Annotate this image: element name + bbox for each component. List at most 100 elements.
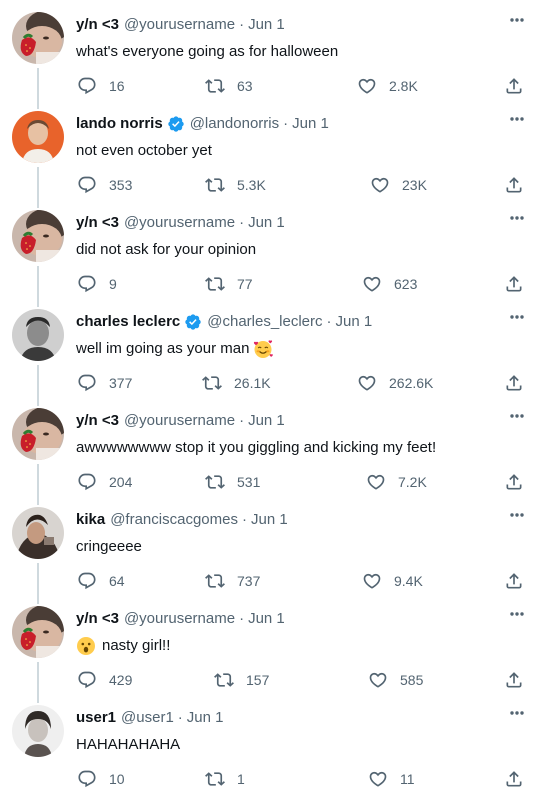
reply-button[interactable]: 377 — [77, 373, 132, 393]
heart-icon — [369, 672, 387, 688]
tweet-header: y/n <3 @yourusername · Jun 1 — [76, 15, 285, 35]
tweet[interactable]: kika @franciscacgomes · Jun 1 cringeeee … — [0, 495, 540, 594]
reply-button[interactable]: 429 — [77, 670, 132, 690]
dark-portrait-avatar-icon[interactable] — [12, 507, 64, 559]
retweet-button[interactable]: 737 — [205, 571, 260, 591]
like-button[interactable]: 23K — [370, 175, 427, 195]
retweet-button[interactable]: 26.1K — [202, 373, 271, 393]
user-handle[interactable]: @franciscacgomes — [110, 510, 238, 530]
user-handle[interactable]: @user1 — [121, 708, 174, 728]
reply-icon — [78, 473, 96, 491]
more-icon[interactable] — [505, 604, 529, 624]
retweet-button[interactable]: 157 — [214, 670, 269, 690]
retweet-button[interactable]: 5.3K — [205, 175, 266, 195]
retweet-button[interactable]: 77 — [205, 274, 253, 294]
reply-button[interactable]: 9 — [77, 274, 117, 294]
tweet[interactable]: user1 @user1 · Jun 1 HAHAHAHAHA 10 1 11 — [0, 693, 540, 792]
tweet[interactable]: charles leclerc @charles_leclerc · Jun 1… — [0, 297, 540, 396]
tweet-date[interactable]: Jun 1 — [292, 114, 329, 134]
share-button[interactable] — [504, 472, 524, 492]
strawberry-avatar-icon[interactable] — [12, 12, 64, 64]
share-button[interactable] — [504, 769, 524, 789]
like-count: 9.4K — [394, 573, 423, 589]
user-name[interactable]: user1 — [76, 708, 116, 728]
more-icon[interactable] — [505, 307, 529, 327]
tweet-date[interactable]: Jun 1 — [187, 708, 224, 728]
share-button[interactable] — [504, 670, 524, 690]
tweet-text-row: cringeeee — [76, 537, 142, 557]
reply-icon — [78, 77, 96, 95]
user-handle[interactable]: @yourusername — [124, 609, 235, 629]
user-name[interactable]: charles leclerc — [76, 312, 180, 332]
user-name[interactable]: lando norris — [76, 114, 163, 134]
light-portrait-avatar-icon[interactable] — [12, 705, 64, 757]
user-name[interactable]: y/n <3 — [76, 411, 119, 431]
share-icon — [506, 276, 522, 292]
tweet-date[interactable]: Jun 1 — [336, 312, 373, 332]
more-icon[interactable] — [505, 406, 529, 426]
monochrome-portrait-avatar-icon[interactable] — [12, 309, 64, 361]
like-button[interactable]: 2.8K — [357, 76, 418, 96]
user-handle[interactable]: @landonorris — [190, 114, 279, 134]
reply-icon — [78, 275, 96, 293]
more-icon[interactable] — [505, 208, 529, 228]
retweet-button[interactable]: 531 — [205, 472, 260, 492]
retweet-button[interactable]: 63 — [205, 76, 253, 96]
tweet-date[interactable]: Jun 1 — [251, 510, 288, 530]
share-button[interactable] — [504, 76, 524, 96]
like-button[interactable]: 623 — [362, 274, 417, 294]
more-icon[interactable] — [505, 703, 529, 723]
share-button[interactable] — [504, 571, 524, 591]
like-button[interactable]: 9.4K — [362, 571, 423, 591]
like-button[interactable]: 7.2K — [366, 472, 427, 492]
strawberry-avatar-icon[interactable] — [12, 408, 64, 460]
user-name[interactable]: y/n <3 — [76, 15, 119, 35]
share-button[interactable] — [504, 373, 524, 393]
reply-button[interactable]: 204 — [77, 472, 132, 492]
share-button[interactable] — [504, 274, 524, 294]
tweet[interactable]: y/n <3 @yourusername · Jun 1 awwwwwwww s… — [0, 396, 540, 495]
reply-button[interactable]: 16 — [77, 76, 125, 96]
reply-count: 10 — [109, 771, 125, 787]
tweet-date[interactable]: Jun 1 — [248, 411, 285, 431]
like-count: 11 — [400, 771, 415, 787]
strawberry-avatar-icon[interactable] — [12, 606, 64, 658]
user-name[interactable]: kika — [76, 510, 105, 530]
like-button[interactable]: 11 — [368, 769, 415, 789]
heart-icon — [371, 177, 389, 193]
like-button[interactable]: 262.6K — [357, 373, 433, 393]
tweet-date[interactable]: Jun 1 — [248, 213, 285, 233]
like-button[interactable]: 585 — [368, 670, 423, 690]
user-handle[interactable]: @yourusername — [124, 213, 235, 233]
more-icon[interactable] — [505, 10, 529, 30]
tweet-date[interactable]: Jun 1 — [248, 15, 285, 35]
tweet[interactable]: y/n <3 @yourusername · Jun 1 did not ask… — [0, 198, 540, 297]
user-handle[interactable]: @yourusername — [124, 15, 235, 35]
reply-count: 377 — [109, 375, 133, 391]
tweet-text: well im going as your man — [76, 340, 250, 357]
tweet[interactable]: y/n <3 @yourusername · Jun 1 what's ever… — [0, 0, 540, 99]
reply-button[interactable]: 353 — [77, 175, 132, 195]
tweet-header: y/n <3 @yourusername · Jun 1 — [76, 213, 285, 233]
strawberry-avatar-icon[interactable] — [12, 210, 64, 262]
reply-icon — [78, 671, 96, 689]
retweet-button[interactable]: 1 — [205, 769, 245, 789]
retweet-count: 157 — [246, 672, 270, 688]
orange-portrait-avatar-icon[interactable] — [12, 111, 64, 163]
more-icon[interactable] — [505, 109, 529, 129]
user-name[interactable]: y/n <3 — [76, 609, 119, 629]
tweet-text-row: not even october yet — [76, 141, 212, 161]
heart-icon — [367, 474, 385, 490]
tweet-date[interactable]: Jun 1 — [248, 609, 285, 629]
reply-count: 64 — [109, 573, 125, 589]
user-handle[interactable]: @yourusername — [124, 411, 235, 431]
more-icon[interactable] — [505, 505, 529, 525]
user-name[interactable]: y/n <3 — [76, 213, 119, 233]
user-handle[interactable]: @charles_leclerc — [207, 312, 322, 332]
tweet[interactable]: y/n <3 @yourusername · Jun 1 nasty girl!… — [0, 594, 540, 693]
share-button[interactable] — [504, 175, 524, 195]
separator: · — [239, 16, 245, 33]
tweet[interactable]: lando norris @landonorris · Jun 1 not ev… — [0, 99, 540, 198]
reply-button[interactable]: 64 — [77, 571, 125, 591]
reply-button[interactable]: 10 — [77, 769, 125, 789]
